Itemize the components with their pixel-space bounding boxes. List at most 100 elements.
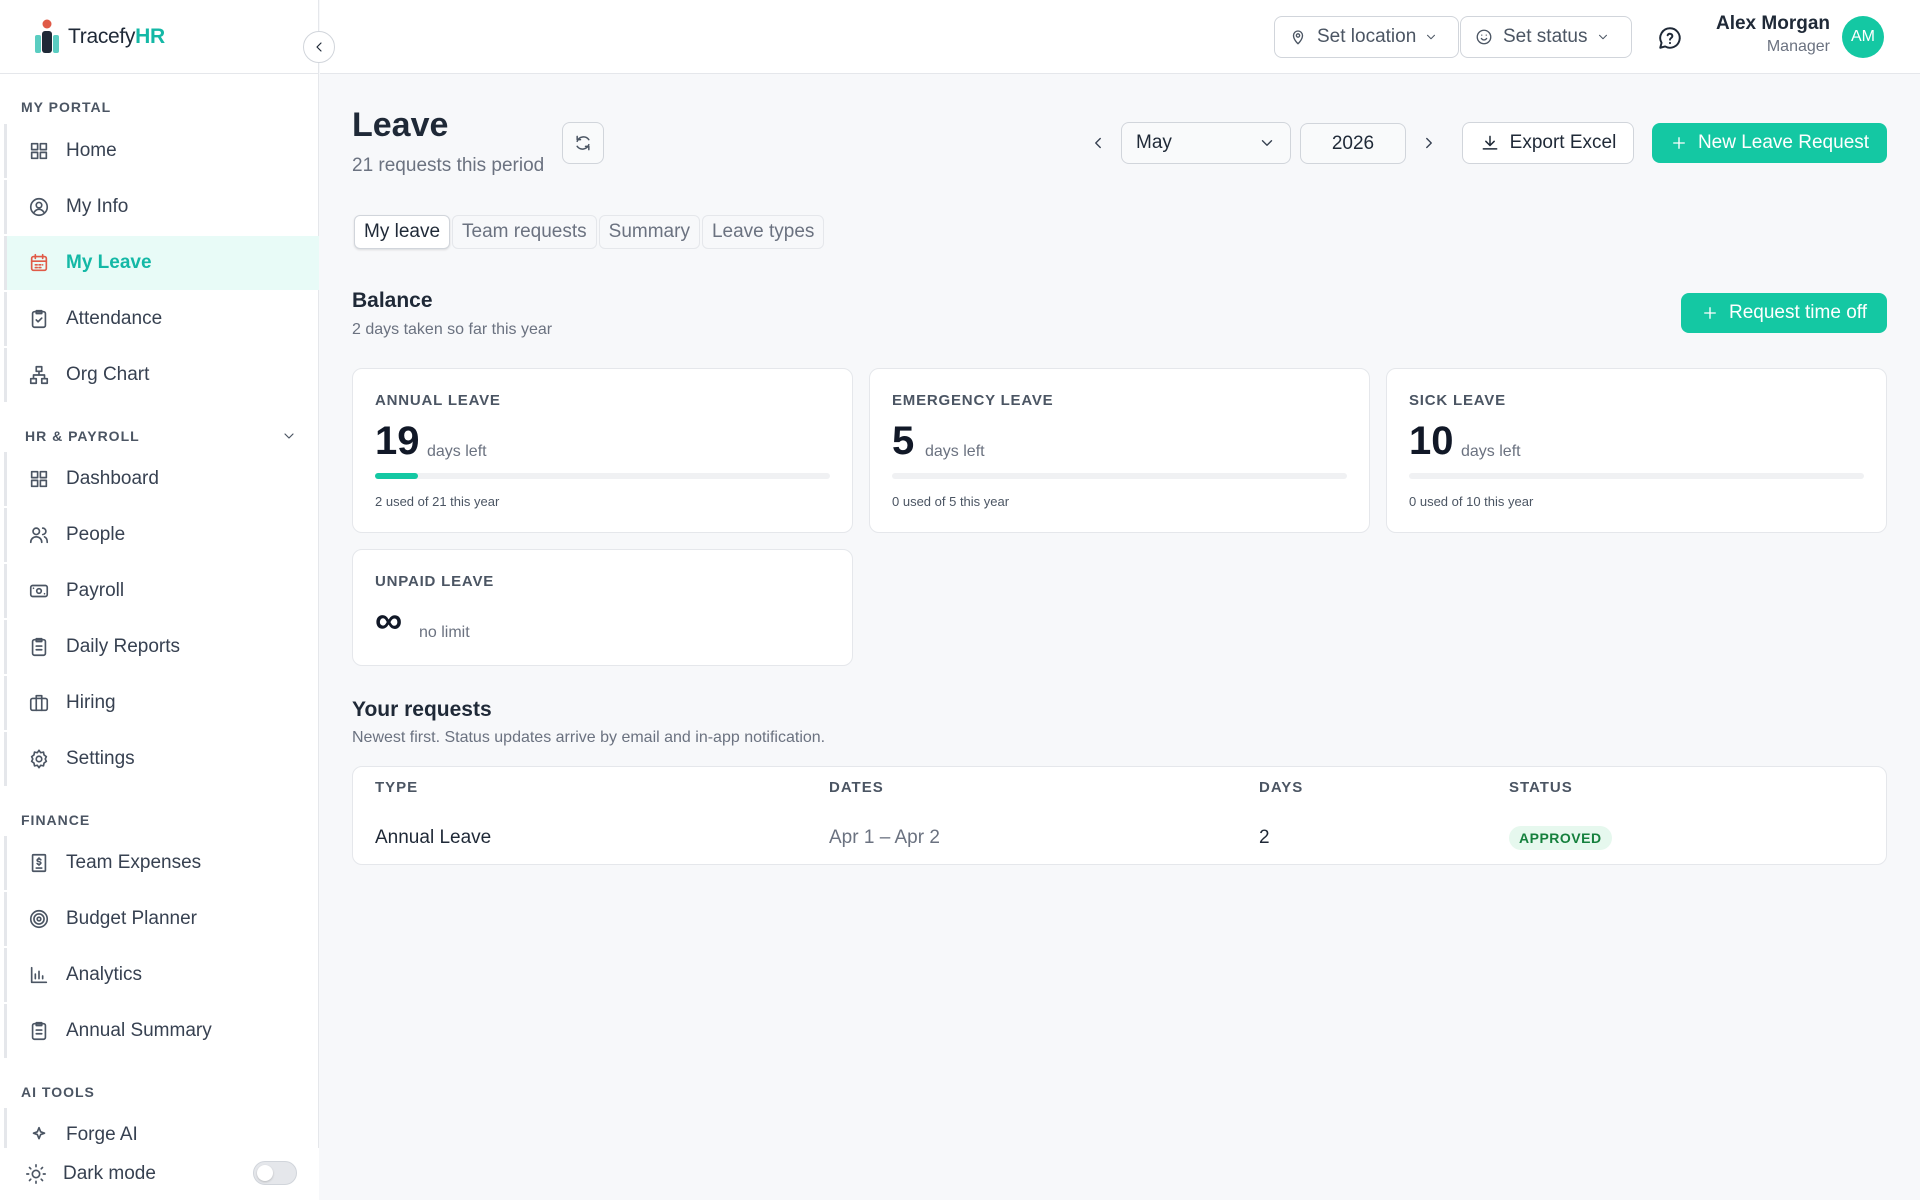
chevron-left-icon xyxy=(1095,137,1101,149)
set-status-dropdown[interactable]: Set status xyxy=(1460,16,1632,58)
card-unit: days left xyxy=(1461,443,1521,460)
sidebar-item-label: Budget Planner xyxy=(66,908,197,929)
sidebar-item-label: Attendance xyxy=(66,308,163,329)
year-input[interactable]: 2026 xyxy=(1300,123,1406,164)
card-label: ANNUAL LEAVE xyxy=(375,392,501,409)
user-name: Alex Morgan xyxy=(1715,13,1830,34)
clipboard-list-icon xyxy=(31,1021,47,1041)
sidebar-item-label: Dashboard xyxy=(66,468,159,489)
plus-icon xyxy=(1704,307,1716,319)
card-label: UNPAID LEAVE xyxy=(375,573,495,590)
sidebar-item-home[interactable]: Home xyxy=(4,124,319,178)
sidebar-item-label: Forge AI xyxy=(66,1124,138,1145)
dark-mode-toggle[interactable] xyxy=(253,1161,297,1185)
sidebar-item-team-expenses[interactable]: Team Expenses xyxy=(4,836,319,890)
column-header-type: TYPE xyxy=(375,779,419,796)
section-hr-payroll: HR & PAYROLL xyxy=(25,428,140,444)
section-my-portal: MY PORTAL xyxy=(21,99,112,115)
section-ai-tools: AI TOOLS xyxy=(21,1084,95,1100)
set-location-dropdown[interactable]: Set location xyxy=(1274,16,1459,58)
user-circle-icon xyxy=(29,197,49,217)
logo-area: TracefyHR xyxy=(0,0,335,74)
chevron-left-icon xyxy=(316,42,322,52)
chevron-down-icon xyxy=(1598,34,1607,40)
sidebar-item-daily-reports[interactable]: Daily Reports xyxy=(4,620,319,674)
grid-icon xyxy=(30,470,48,488)
balance-title: Balance xyxy=(352,289,433,312)
month-select[interactable]: May xyxy=(1121,122,1291,164)
usage-progress-track xyxy=(1409,473,1864,479)
sidebar-item-label: Payroll xyxy=(66,580,125,601)
sidebar-item-attendance[interactable]: Attendance xyxy=(4,292,319,346)
card-unit: days left xyxy=(427,443,487,460)
tab-my-leave[interactable]: My leave xyxy=(354,215,451,249)
user-role: Manager xyxy=(1766,38,1830,55)
org-chart-icon xyxy=(29,365,49,385)
dark-mode-label: Dark mode xyxy=(63,1163,156,1184)
chevron-down-icon xyxy=(1261,140,1273,146)
requests-title: Your requests xyxy=(352,698,492,721)
month-value: May xyxy=(1136,132,1172,153)
prev-month-button[interactable] xyxy=(1085,130,1111,156)
sidebar-item-label: Org Chart xyxy=(66,364,150,385)
help-chat-icon[interactable] xyxy=(1657,25,1683,51)
sun-icon xyxy=(26,1164,46,1184)
cell-type: Annual Leave xyxy=(375,827,492,848)
chevron-right-icon xyxy=(1426,137,1432,149)
next-month-button[interactable] xyxy=(1416,130,1442,156)
requests-subtitle: Newest first. Status updates arrive by e… xyxy=(352,729,826,746)
card-unit: no limit xyxy=(419,624,470,641)
request-time-off-button[interactable]: Request time off xyxy=(1681,293,1887,333)
sidebar-item-analytics[interactable]: Analytics xyxy=(4,948,319,1002)
target-icon xyxy=(29,909,49,929)
new-leave-request-button[interactable]: New Leave Request xyxy=(1652,123,1887,163)
refresh-button[interactable] xyxy=(562,122,604,164)
sidebar-item-hiring[interactable]: Hiring xyxy=(4,676,319,730)
sidebar-item-my-leave[interactable]: My Leave xyxy=(4,236,319,290)
sidebar-item-my-info[interactable]: My Info xyxy=(4,180,319,234)
unpaid-leave-card: UNPAID LEAVE ∞ no limit xyxy=(352,549,853,666)
tab-leave-types[interactable]: Leave types xyxy=(701,215,825,249)
balance-subtitle: 2 days taken so far this year xyxy=(352,321,553,338)
sidebar-item-payroll[interactable]: Payroll xyxy=(4,564,319,618)
export-excel-button[interactable]: Export Excel xyxy=(1462,122,1634,164)
tab-team-requests[interactable]: Team requests xyxy=(452,215,597,249)
new-leave-request-label: New Leave Request xyxy=(1697,132,1870,153)
chevron-down-icon[interactable] xyxy=(281,428,297,444)
chevron-down-icon xyxy=(1427,34,1436,40)
avatar[interactable]: AM xyxy=(1842,16,1884,58)
sparkle-icon xyxy=(32,1126,46,1140)
collapse-sidebar-button[interactable] xyxy=(303,31,335,63)
sidebar-item-annual-summary[interactable]: Annual Summary xyxy=(4,1004,319,1058)
export-excel-label: Export Excel xyxy=(1509,132,1617,153)
sidebar-item-dashboard[interactable]: Dashboard xyxy=(4,452,319,506)
tab-summary[interactable]: Summary xyxy=(598,215,700,249)
sidebar-item-label: My Leave xyxy=(66,252,152,273)
sidebar-item-org-chart[interactable]: Org Chart xyxy=(4,348,319,402)
usage-progress-fill xyxy=(375,473,419,479)
column-header-dates: DATES xyxy=(829,779,884,796)
sidebar-item-label: Settings xyxy=(66,748,135,769)
users-icon xyxy=(29,527,49,544)
sidebar-item-people[interactable]: People xyxy=(4,508,319,562)
gear-icon xyxy=(30,749,48,769)
refresh-icon xyxy=(576,135,590,151)
card-days-left: 19 xyxy=(375,419,420,463)
sidebar-item-budget-planner[interactable]: Budget Planner xyxy=(4,892,319,946)
section-finance: FINANCE xyxy=(21,812,91,828)
sidebar-item-settings[interactable]: Settings xyxy=(4,732,319,786)
sidebar-item-label: Hiring xyxy=(66,692,116,713)
clipboard-list-icon xyxy=(31,637,47,657)
sidebar-item-label: Home xyxy=(66,140,117,161)
map-pin-icon xyxy=(1292,30,1304,45)
tab-bar: My leave Team requests Summary Leave typ… xyxy=(354,215,825,249)
dark-mode-row: Dark mode xyxy=(0,1148,319,1200)
sick-leave-card: SICK LEAVE 10 days left 0 used of 10 thi… xyxy=(1386,368,1887,533)
sidebar-item-label: People xyxy=(66,524,126,545)
annual-leave-card: ANNUAL LEAVE 19 days left 2 used of 21 t… xyxy=(352,368,853,533)
calendar-icon xyxy=(30,253,48,272)
receipt-icon xyxy=(31,853,47,873)
card-label: SICK LEAVE xyxy=(1409,392,1506,409)
download-icon xyxy=(1482,135,1498,150)
usage-progress-track xyxy=(375,473,830,479)
